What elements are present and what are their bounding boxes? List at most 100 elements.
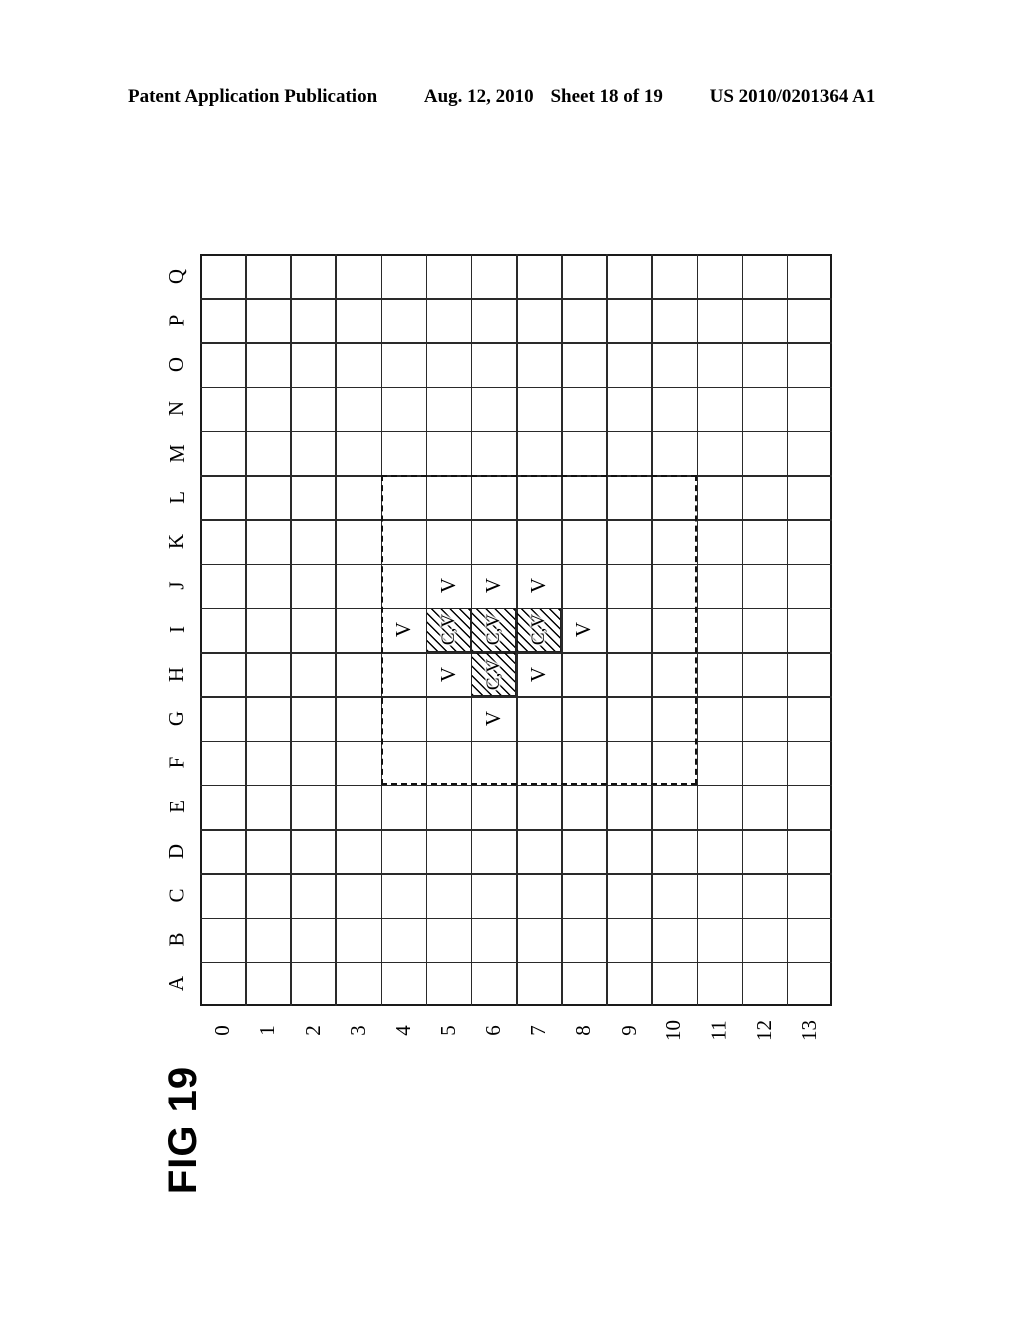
row-label-d: D: [158, 829, 196, 873]
column-label-7: 7: [516, 1018, 561, 1058]
grid-cell-capacitance-voltage: C,V: [425, 607, 471, 653]
cell-label: V: [480, 710, 505, 727]
grid-horizontal-line: [200, 784, 832, 787]
grid-cell-capacitance-voltage: C,V: [516, 607, 562, 653]
cell-label: C,V: [437, 614, 459, 646]
grid-cell-voltage: V: [381, 608, 426, 652]
cell-label: V: [571, 622, 596, 638]
cell-label: C,V: [482, 658, 504, 690]
grid-vertical-line: [741, 254, 744, 1006]
row-label-text: A: [164, 976, 189, 992]
grid-vertical-line: [245, 254, 247, 1006]
column-label-2: 2: [290, 1018, 335, 1058]
row-label-text: L: [164, 490, 189, 504]
row-label-o: O: [158, 342, 196, 386]
column-label-text: 13: [796, 1020, 821, 1041]
grid-horizontal-line: [200, 298, 832, 300]
header-publication-text: Patent Application Publication: [128, 86, 378, 107]
column-label-3: 3: [335, 1018, 380, 1058]
row-label-text: O: [164, 356, 189, 373]
row-label-text: J: [164, 581, 189, 590]
cell-label: C,V: [528, 614, 550, 646]
row-label-text: M: [164, 443, 189, 463]
grid-horizontal-line: [200, 475, 832, 477]
grid-vertical-line: [651, 254, 653, 1006]
column-label-4: 4: [381, 1018, 426, 1058]
row-label-g: G: [158, 696, 196, 740]
grid-cell-voltage: V: [471, 696, 516, 740]
column-label-text: 5: [435, 1025, 460, 1036]
grid-horizontal-line: [200, 430, 832, 433]
column-label-text: 10: [661, 1020, 686, 1041]
row-label-b: B: [158, 918, 196, 962]
row-label-text: E: [164, 800, 189, 814]
row-label-f: F: [158, 741, 196, 785]
grid-cell-voltage: V: [426, 652, 471, 696]
column-label-text: 3: [345, 1025, 370, 1036]
column-label-text: 4: [390, 1025, 415, 1036]
header-sheet-text: Sheet 18 of 19: [550, 86, 663, 107]
column-label-text: 9: [616, 1025, 641, 1036]
grid-cell-capacitance-voltage: C,V: [470, 652, 516, 697]
grid-cell-voltage: V: [516, 564, 561, 608]
column-label-6: 6: [471, 1018, 516, 1058]
grid-horizontal-line: [200, 342, 832, 344]
grid-vertical-line: [606, 254, 608, 1006]
grid-cell-voltage: V: [516, 652, 561, 696]
column-label-12: 12: [742, 1018, 787, 1058]
cell-label: V: [480, 578, 505, 594]
row-label-m: M: [158, 431, 196, 475]
column-label-8: 8: [561, 1018, 606, 1058]
row-label-h: H: [158, 652, 196, 696]
row-label-text: N: [164, 401, 189, 417]
cell-label: V: [435, 666, 460, 682]
column-label-0: 0: [200, 1018, 245, 1058]
row-label-n: N: [158, 387, 196, 431]
grid-horizontal-line: [200, 386, 832, 389]
grid-vertical-line: [335, 254, 337, 1006]
column-label-text: 12: [751, 1020, 776, 1041]
row-label-l: L: [158, 475, 196, 519]
row-label-text: I: [164, 626, 189, 634]
figure-label: FIG 19: [160, 1065, 205, 1195]
grid-horizontal-line: [200, 917, 832, 920]
row-label-q: Q: [158, 254, 196, 298]
grid-horizontal-line: [200, 873, 832, 875]
cell-label: C,V: [482, 614, 504, 646]
row-label-text: G: [164, 710, 189, 727]
grid-cell-capacitance-voltage: C,V: [470, 607, 516, 653]
grid-cell-voltage: V: [426, 564, 471, 608]
grid-vertical-line: [696, 254, 699, 1006]
grid-vertical-line: [290, 254, 292, 1006]
row-label-a: A: [158, 962, 196, 1006]
column-label-5: 5: [426, 1018, 471, 1058]
cell-label: V: [435, 578, 460, 594]
grid-horizontal-line: [200, 829, 832, 831]
row-label-text: K: [164, 533, 189, 550]
row-label-c: C: [158, 873, 196, 917]
cell-label: V: [390, 622, 415, 638]
publication-header: Patent Application Publication Aug. 12, …: [128, 86, 896, 108]
column-label-text: 7: [526, 1025, 551, 1036]
row-label-j: J: [158, 564, 196, 608]
grid-vertical-line: [786, 254, 789, 1006]
column-label-text: 0: [210, 1025, 235, 1036]
column-label-text: 6: [480, 1025, 505, 1036]
column-label-1: 1: [245, 1018, 290, 1058]
row-label-e: E: [158, 785, 196, 829]
grid-horizontal-line: [200, 961, 832, 964]
figure-grid: C,V C,V C,V C,V V V V V V V V V: [200, 254, 832, 1006]
row-label-text: H: [164, 666, 189, 682]
column-label-10: 10: [651, 1018, 696, 1058]
column-label-text: 11: [706, 1020, 731, 1041]
column-label-11: 11: [697, 1018, 742, 1058]
column-label-text: 8: [571, 1025, 596, 1036]
grid-horizontal-line: [200, 740, 832, 743]
header-patent-number: US 2010/0201364 A1: [709, 86, 876, 107]
row-label-text: P: [164, 314, 189, 327]
column-label-text: 2: [300, 1025, 325, 1036]
row-label-text: B: [164, 932, 189, 947]
cell-label: V: [526, 666, 551, 682]
row-label-text: Q: [164, 268, 189, 284]
row-label-i: I: [158, 608, 196, 652]
